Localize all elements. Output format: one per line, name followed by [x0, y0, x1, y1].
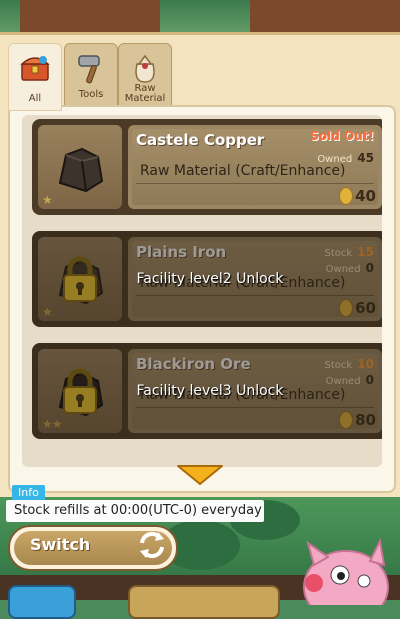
item-list: ★ Castele Copper Sold Out! Owned 45 Raw … [22, 115, 382, 467]
coin-icon [339, 187, 354, 205]
item-price: 40 [339, 187, 376, 205]
unlock-requirement: Facility level2 Unlock [136, 271, 284, 287]
switch-button[interactable]: Switch [8, 525, 178, 571]
item-name: Castele Copper [136, 131, 265, 149]
tab-all-label: All [28, 93, 42, 104]
locked-overlay: Facility level3 Unlock [32, 343, 382, 439]
item-thumbnail: ★ [38, 125, 122, 209]
hammer-icon [78, 55, 100, 84]
pig-mascot-icon[interactable] [294, 535, 394, 605]
treasure-chest-icon [20, 56, 50, 81]
rarity-stars: ★ [42, 193, 53, 207]
owned-count: 45 [357, 151, 374, 165]
tab-raw-material[interactable]: Raw Material [118, 43, 172, 107]
tab-tools[interactable]: Tools [64, 43, 118, 107]
bottom-menu-button[interactable] [8, 585, 76, 619]
item-type: Raw Material (Craft/Enhance) [140, 163, 346, 179]
item-info: Castele Copper Sold Out! Owned 45 Raw Ma… [128, 125, 382, 209]
item-card-blackiron-ore[interactable]: ★★ Blackiron Ore Stock 10 Owned 0 Raw Ma… [32, 343, 382, 439]
locked-overlay: Facility level2 Unlock [32, 231, 382, 327]
stock-refill-info: Stock refills at 00:00(UTC-0) everyday [6, 500, 264, 522]
material-bag-icon [135, 54, 155, 83]
unlock-requirement: Facility level3 Unlock [136, 383, 284, 399]
scroll-down-arrow-icon[interactable] [175, 463, 225, 487]
info-badge: Info [12, 485, 45, 501]
tab-raw-material-label: Raw Material [124, 83, 166, 104]
shop-panel: All Tools Raw Material ★ Castele Copper … [0, 32, 400, 497]
switch-button-label: Switch [30, 535, 91, 554]
tab-all[interactable]: All [8, 43, 62, 111]
tab-tools-label: Tools [78, 89, 104, 100]
item-card-castele-copper[interactable]: ★ Castele Copper Sold Out! Owned 45 Raw … [32, 119, 382, 215]
item-card-plains-iron[interactable]: ★ Plains Iron Stock 15 Owned 0 Raw Mater… [32, 231, 382, 327]
divider [136, 183, 374, 184]
bottom-action-button[interactable] [128, 585, 280, 619]
item-list-frame: ★ Castele Copper Sold Out! Owned 45 Raw … [8, 105, 396, 493]
refresh-arrows-icon [140, 531, 164, 559]
sold-out-label: Sold Out! [310, 129, 374, 143]
